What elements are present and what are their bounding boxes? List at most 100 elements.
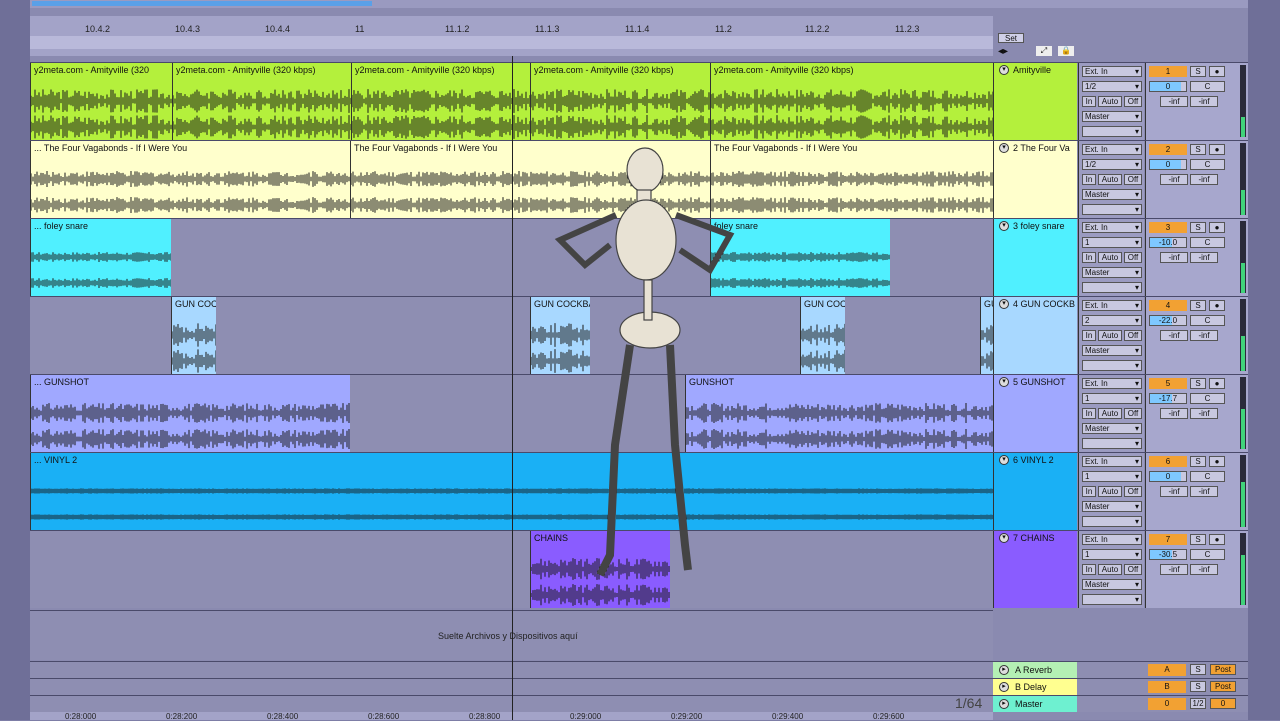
monitor-auto-button[interactable]: Auto bbox=[1098, 486, 1122, 497]
solo-button[interactable]: S bbox=[1190, 456, 1206, 467]
monitor-off-button[interactable]: Off bbox=[1124, 96, 1142, 107]
input-channel-select[interactable]: 1 bbox=[1082, 471, 1142, 482]
arm-button[interactable]: ● bbox=[1209, 456, 1225, 467]
audio-clip[interactable]: GUN COCK bbox=[800, 297, 845, 374]
monitor-auto-button[interactable]: Auto bbox=[1098, 252, 1122, 263]
send-a-field[interactable]: -inf bbox=[1160, 252, 1188, 263]
return-solo[interactable]: 1/2 bbox=[1190, 698, 1206, 709]
audio-clip[interactable]: y2meta.com - Amityville (320 bbox=[30, 63, 172, 140]
monitor-auto-button[interactable]: Auto bbox=[1098, 564, 1122, 575]
follow-icon[interactable]: ⤢ bbox=[1036, 46, 1052, 56]
output-select[interactable]: Master bbox=[1082, 501, 1142, 512]
volume-field[interactable]: 0 bbox=[1149, 471, 1187, 482]
arm-button[interactable]: ● bbox=[1209, 144, 1225, 155]
volume-field[interactable]: 0 bbox=[1149, 81, 1187, 92]
arm-button[interactable]: ● bbox=[1209, 534, 1225, 545]
return-header[interactable]: ▸ A Reverb bbox=[993, 662, 1077, 678]
pan-field[interactable]: C bbox=[1190, 159, 1225, 170]
send-b-field[interactable]: -inf bbox=[1190, 408, 1218, 419]
fold-icon[interactable]: ▾ bbox=[999, 65, 1009, 75]
arm-button[interactable]: ● bbox=[1209, 66, 1225, 77]
solo-button[interactable]: S bbox=[1190, 378, 1206, 389]
output-select[interactable]: Master bbox=[1082, 423, 1142, 434]
fold-icon[interactable]: ▾ bbox=[999, 221, 1009, 231]
output-channel-select[interactable] bbox=[1082, 438, 1142, 449]
post-button[interactable]: 0 bbox=[1210, 698, 1236, 709]
monitor-in-button[interactable]: In bbox=[1082, 486, 1096, 497]
send-b-field[interactable]: -inf bbox=[1190, 564, 1218, 575]
pan-field[interactable]: C bbox=[1190, 393, 1225, 404]
track-header[interactable]: ▾ Amityville bbox=[993, 63, 1077, 140]
fold-icon[interactable]: ▾ bbox=[999, 143, 1009, 153]
input-type-select[interactable]: Ext. In bbox=[1082, 534, 1142, 545]
audio-clip[interactable]: y2meta.com - Amityville (320 kbps) bbox=[710, 63, 993, 140]
output-channel-select[interactable] bbox=[1082, 282, 1142, 293]
input-channel-select[interactable]: 1 bbox=[1082, 549, 1142, 560]
monitor-off-button[interactable]: Off bbox=[1124, 330, 1142, 341]
return-activator[interactable]: 0 bbox=[1148, 698, 1186, 710]
output-channel-select[interactable] bbox=[1082, 360, 1142, 371]
audio-clip[interactable]: GU bbox=[980, 297, 993, 374]
fold-icon[interactable]: ▾ bbox=[999, 455, 1009, 465]
input-channel-select[interactable]: 1 bbox=[1082, 237, 1142, 248]
post-button[interactable]: Post bbox=[1210, 681, 1236, 692]
pan-field[interactable]: C bbox=[1190, 315, 1225, 326]
monitor-off-button[interactable]: Off bbox=[1124, 486, 1142, 497]
send-b-field[interactable]: -inf bbox=[1190, 486, 1218, 497]
output-select[interactable]: Master bbox=[1082, 345, 1142, 356]
pan-field[interactable]: C bbox=[1190, 471, 1225, 482]
return-solo[interactable]: S bbox=[1190, 681, 1206, 692]
audio-clip[interactable]: ... foley snare bbox=[30, 219, 171, 296]
pan-field[interactable]: C bbox=[1190, 237, 1225, 248]
monitor-in-button[interactable]: In bbox=[1082, 252, 1096, 263]
volume-field[interactable]: -10.0 bbox=[1149, 237, 1187, 248]
audio-clip[interactable]: y2meta.com - Amityville (320 kbps) bbox=[530, 63, 710, 140]
fold-icon[interactable]: ▸ bbox=[999, 665, 1009, 675]
send-a-field[interactable]: -inf bbox=[1160, 174, 1188, 185]
arm-button[interactable]: ● bbox=[1209, 378, 1225, 389]
monitor-in-button[interactable]: In bbox=[1082, 408, 1096, 419]
volume-field[interactable]: -17.7 bbox=[1149, 393, 1187, 404]
track-activator[interactable]: 6 bbox=[1149, 456, 1187, 467]
solo-button[interactable]: S bbox=[1190, 300, 1206, 311]
output-select[interactable]: Master bbox=[1082, 189, 1142, 200]
send-b-field[interactable]: -inf bbox=[1190, 174, 1218, 185]
solo-button[interactable]: S bbox=[1190, 222, 1206, 233]
monitor-auto-button[interactable]: Auto bbox=[1098, 408, 1122, 419]
return-header[interactable]: ▸ Master bbox=[993, 696, 1077, 712]
send-a-field[interactable]: -inf bbox=[1160, 330, 1188, 341]
return-activator[interactable]: A bbox=[1148, 664, 1186, 676]
track-activator[interactable]: 1 bbox=[1149, 66, 1187, 77]
solo-button[interactable]: S bbox=[1190, 534, 1206, 545]
arm-button[interactable]: ● bbox=[1209, 300, 1225, 311]
monitor-auto-button[interactable]: Auto bbox=[1098, 96, 1122, 107]
input-type-select[interactable]: Ext. In bbox=[1082, 300, 1142, 311]
track-header[interactable]: ▾ 2 The Four Va bbox=[993, 141, 1077, 218]
volume-field[interactable]: 0 bbox=[1149, 159, 1187, 170]
track-header[interactable]: ▾ 3 foley snare bbox=[993, 219, 1077, 296]
output-channel-select[interactable] bbox=[1082, 594, 1142, 605]
track-activator[interactable]: 5 bbox=[1149, 378, 1187, 389]
track-header[interactable]: ▾ 7 CHAINS bbox=[993, 531, 1077, 608]
output-channel-select[interactable] bbox=[1082, 126, 1142, 137]
prev-next-locator-icon[interactable]: ◂▸ bbox=[998, 46, 1008, 57]
arrangement-overview[interactable] bbox=[30, 0, 1248, 8]
input-channel-select[interactable]: 1/2 bbox=[1082, 159, 1142, 170]
return-track[interactable]: ▸ B Delay B S Post bbox=[30, 678, 1248, 695]
audio-clip[interactable]: y2meta.com - Amityville (320 kbps) bbox=[172, 63, 351, 140]
return-activator[interactable]: B bbox=[1148, 681, 1186, 693]
track-header[interactable]: ▾ 4 GUN COCKB bbox=[993, 297, 1077, 374]
send-a-field[interactable]: -inf bbox=[1160, 96, 1188, 107]
output-select[interactable]: Master bbox=[1082, 111, 1142, 122]
audio-clip[interactable]: ... The Four Vagabonds - If I Were You bbox=[30, 141, 350, 218]
monitor-off-button[interactable]: Off bbox=[1124, 408, 1142, 419]
monitor-off-button[interactable]: Off bbox=[1124, 174, 1142, 185]
track-activator[interactable]: 7 bbox=[1149, 534, 1187, 545]
monitor-off-button[interactable]: Off bbox=[1124, 252, 1142, 263]
monitor-in-button[interactable]: In bbox=[1082, 96, 1096, 107]
loop-bar[interactable] bbox=[30, 36, 993, 49]
volume-field[interactable]: -30.5 bbox=[1149, 549, 1187, 560]
monitor-auto-button[interactable]: Auto bbox=[1098, 174, 1122, 185]
volume-field[interactable]: -22.0 bbox=[1149, 315, 1187, 326]
audio-clip[interactable]: ... GUNSHOT bbox=[30, 375, 350, 452]
